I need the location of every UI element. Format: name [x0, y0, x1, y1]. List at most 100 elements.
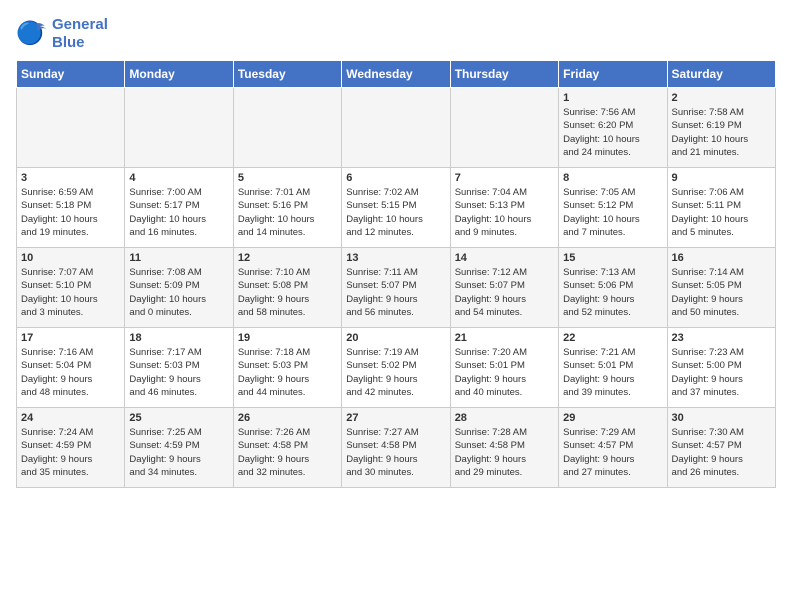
- calendar-week: 17 Sunrise: 7:16 AM Sunset: 5:04 PM Dayli…: [17, 328, 776, 408]
- day-info: Sunrise: 7:11 AM Sunset: 5:07 PM Dayligh…: [346, 266, 445, 319]
- day-number: 26: [238, 412, 337, 424]
- day-info: Sunrise: 7:27 AM Sunset: 4:58 PM Dayligh…: [346, 426, 445, 479]
- weekday-header: Sunday: [17, 61, 125, 88]
- day-info: Sunrise: 7:16 AM Sunset: 5:04 PM Dayligh…: [21, 346, 120, 399]
- day-info: Sunrise: 7:29 AM Sunset: 4:57 PM Dayligh…: [563, 426, 662, 479]
- day-number: 8: [563, 172, 662, 184]
- header: 🔵 General Blue: [16, 16, 776, 52]
- calendar-cell: 12 Sunrise: 7:10 AM Sunset: 5:08 PM Dayli…: [233, 248, 341, 328]
- day-number: 19: [238, 332, 337, 344]
- day-number: 12: [238, 252, 337, 264]
- calendar-cell: 15 Sunrise: 7:13 AM Sunset: 5:06 PM Dayli…: [559, 248, 667, 328]
- day-info: Sunrise: 7:17 AM Sunset: 5:03 PM Dayligh…: [129, 346, 228, 399]
- calendar-week: 24 Sunrise: 7:24 AM Sunset: 4:59 PM Dayli…: [17, 408, 776, 488]
- calendar-week: 3 Sunrise: 6:59 AM Sunset: 5:18 PM Daylig…: [17, 168, 776, 248]
- day-number: 7: [455, 172, 554, 184]
- day-info: Sunrise: 7:19 AM Sunset: 5:02 PM Dayligh…: [346, 346, 445, 399]
- calendar-cell: 5 Sunrise: 7:01 AM Sunset: 5:16 PM Daylig…: [233, 168, 341, 248]
- calendar-cell: 26 Sunrise: 7:26 AM Sunset: 4:58 PM Dayli…: [233, 408, 341, 488]
- day-number: 29: [563, 412, 662, 424]
- day-info: Sunrise: 7:06 AM Sunset: 5:11 PM Dayligh…: [672, 186, 771, 239]
- day-number: 14: [455, 252, 554, 264]
- day-info: Sunrise: 7:12 AM Sunset: 5:07 PM Dayligh…: [455, 266, 554, 319]
- day-info: Sunrise: 7:26 AM Sunset: 4:58 PM Dayligh…: [238, 426, 337, 479]
- day-number: 13: [346, 252, 445, 264]
- calendar-cell: 10 Sunrise: 7:07 AM Sunset: 5:10 PM Dayli…: [17, 248, 125, 328]
- weekday-header: Thursday: [450, 61, 558, 88]
- calendar-cell: 8 Sunrise: 7:05 AM Sunset: 5:12 PM Daylig…: [559, 168, 667, 248]
- weekday-header: Tuesday: [233, 61, 341, 88]
- calendar-header: SundayMondayTuesdayWednesdayThursdayFrid…: [17, 61, 776, 88]
- day-info: Sunrise: 7:28 AM Sunset: 4:58 PM Dayligh…: [455, 426, 554, 479]
- calendar-cell: 19 Sunrise: 7:18 AM Sunset: 5:03 PM Dayli…: [233, 328, 341, 408]
- day-number: 24: [21, 412, 120, 424]
- day-number: 27: [346, 412, 445, 424]
- day-number: 21: [455, 332, 554, 344]
- day-info: Sunrise: 7:00 AM Sunset: 5:17 PM Dayligh…: [129, 186, 228, 239]
- day-number: 11: [129, 252, 228, 264]
- day-number: 16: [672, 252, 771, 264]
- calendar-week: 1 Sunrise: 7:56 AM Sunset: 6:20 PM Daylig…: [17, 88, 776, 168]
- day-info: Sunrise: 7:10 AM Sunset: 5:08 PM Dayligh…: [238, 266, 337, 319]
- day-info: Sunrise: 7:58 AM Sunset: 6:19 PM Dayligh…: [672, 106, 771, 159]
- logo-icon: 🔵: [16, 18, 48, 50]
- day-info: Sunrise: 7:21 AM Sunset: 5:01 PM Dayligh…: [563, 346, 662, 399]
- calendar-cell: 14 Sunrise: 7:12 AM Sunset: 5:07 PM Dayli…: [450, 248, 558, 328]
- calendar-cell: 29 Sunrise: 7:29 AM Sunset: 4:57 PM Dayli…: [559, 408, 667, 488]
- day-number: 6: [346, 172, 445, 184]
- day-number: 15: [563, 252, 662, 264]
- logo-text: General Blue: [52, 16, 108, 52]
- calendar-cell: 28 Sunrise: 7:28 AM Sunset: 4:58 PM Dayli…: [450, 408, 558, 488]
- calendar-cell: 16 Sunrise: 7:14 AM Sunset: 5:05 PM Dayli…: [667, 248, 775, 328]
- day-info: Sunrise: 7:05 AM Sunset: 5:12 PM Dayligh…: [563, 186, 662, 239]
- day-number: 18: [129, 332, 228, 344]
- calendar-cell: 13 Sunrise: 7:11 AM Sunset: 5:07 PM Dayli…: [342, 248, 450, 328]
- day-number: 23: [672, 332, 771, 344]
- calendar-cell: 30 Sunrise: 7:30 AM Sunset: 4:57 PM Dayli…: [667, 408, 775, 488]
- day-number: 4: [129, 172, 228, 184]
- day-info: Sunrise: 6:59 AM Sunset: 5:18 PM Dayligh…: [21, 186, 120, 239]
- calendar-cell: [233, 88, 341, 168]
- day-number: 17: [21, 332, 120, 344]
- calendar-cell: 27 Sunrise: 7:27 AM Sunset: 4:58 PM Dayli…: [342, 408, 450, 488]
- calendar-cell: 11 Sunrise: 7:08 AM Sunset: 5:09 PM Dayli…: [125, 248, 233, 328]
- day-number: 3: [21, 172, 120, 184]
- calendar-cell: 17 Sunrise: 7:16 AM Sunset: 5:04 PM Dayli…: [17, 328, 125, 408]
- day-number: 25: [129, 412, 228, 424]
- day-info: Sunrise: 7:14 AM Sunset: 5:05 PM Dayligh…: [672, 266, 771, 319]
- calendar-cell: 7 Sunrise: 7:04 AM Sunset: 5:13 PM Daylig…: [450, 168, 558, 248]
- day-info: Sunrise: 7:24 AM Sunset: 4:59 PM Dayligh…: [21, 426, 120, 479]
- day-info: Sunrise: 7:01 AM Sunset: 5:16 PM Dayligh…: [238, 186, 337, 239]
- day-info: Sunrise: 7:08 AM Sunset: 5:09 PM Dayligh…: [129, 266, 228, 319]
- day-info: Sunrise: 7:18 AM Sunset: 5:03 PM Dayligh…: [238, 346, 337, 399]
- day-info: Sunrise: 7:56 AM Sunset: 6:20 PM Dayligh…: [563, 106, 662, 159]
- calendar-table: SundayMondayTuesdayWednesdayThursdayFrid…: [16, 60, 776, 488]
- day-number: 5: [238, 172, 337, 184]
- day-info: Sunrise: 7:30 AM Sunset: 4:57 PM Dayligh…: [672, 426, 771, 479]
- logo: 🔵 General Blue: [16, 16, 108, 52]
- calendar-cell: 9 Sunrise: 7:06 AM Sunset: 5:11 PM Daylig…: [667, 168, 775, 248]
- day-info: Sunrise: 7:04 AM Sunset: 5:13 PM Dayligh…: [455, 186, 554, 239]
- calendar-cell: 4 Sunrise: 7:00 AM Sunset: 5:17 PM Daylig…: [125, 168, 233, 248]
- day-info: Sunrise: 7:02 AM Sunset: 5:15 PM Dayligh…: [346, 186, 445, 239]
- weekday-header: Saturday: [667, 61, 775, 88]
- calendar-week: 10 Sunrise: 7:07 AM Sunset: 5:10 PM Dayli…: [17, 248, 776, 328]
- day-info: Sunrise: 7:20 AM Sunset: 5:01 PM Dayligh…: [455, 346, 554, 399]
- day-info: Sunrise: 7:07 AM Sunset: 5:10 PM Dayligh…: [21, 266, 120, 319]
- day-number: 1: [563, 92, 662, 104]
- day-info: Sunrise: 7:13 AM Sunset: 5:06 PM Dayligh…: [563, 266, 662, 319]
- calendar-cell: 20Sunrise: 7:19 AM Sunset: 5:02 PM Dayli…: [342, 328, 450, 408]
- calendar-cell: [450, 88, 558, 168]
- weekday-header: Monday: [125, 61, 233, 88]
- calendar-cell: 1 Sunrise: 7:56 AM Sunset: 6:20 PM Daylig…: [559, 88, 667, 168]
- calendar-cell: 25Sunrise: 7:25 AM Sunset: 4:59 PM Dayli…: [125, 408, 233, 488]
- calendar-cell: [125, 88, 233, 168]
- day-number: 9: [672, 172, 771, 184]
- day-number: 10: [21, 252, 120, 264]
- day-number: 30: [672, 412, 771, 424]
- calendar-cell: 22Sunrise: 7:21 AM Sunset: 5:01 PM Dayli…: [559, 328, 667, 408]
- calendar-cell: 3 Sunrise: 6:59 AM Sunset: 5:18 PM Daylig…: [17, 168, 125, 248]
- day-info: Sunrise: 7:23 AM Sunset: 5:00 PM Dayligh…: [672, 346, 771, 399]
- calendar-cell: 6 Sunrise: 7:02 AM Sunset: 5:15 PM Daylig…: [342, 168, 450, 248]
- day-number: 28: [455, 412, 554, 424]
